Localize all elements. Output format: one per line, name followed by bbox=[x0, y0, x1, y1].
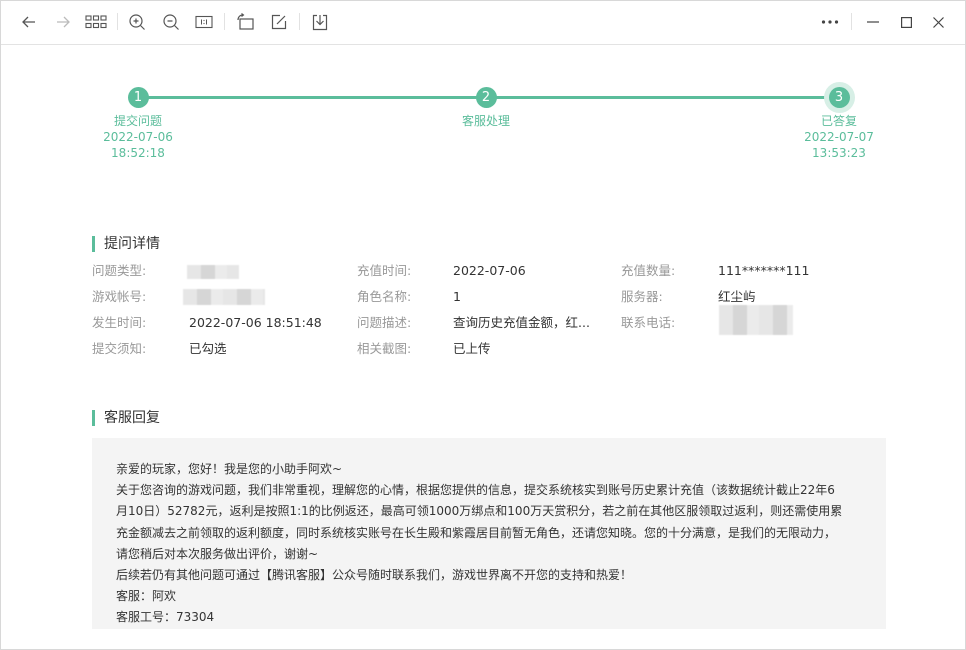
submit-notice-value: 已勾选 bbox=[189, 341, 227, 356]
detail-row: 问题类型: 充值时间: 2022-07-06 充值数量: 111*******1… bbox=[1, 261, 965, 281]
reply-line: 月10日）52782元，返利是按照1:1的比例返还，最高可领1000万绑点和10… bbox=[116, 504, 843, 519]
progress-steps: 1 提交问题 2022-07-06 18:52:18 2 客服处理 3 已答复 … bbox=[1, 81, 965, 181]
role-name-value: 1 bbox=[453, 289, 461, 304]
detail-row: 游戏帐号: 角色名称: 1 服务器: 红尘屿 bbox=[1, 287, 965, 307]
toolbar-divider bbox=[117, 13, 118, 30]
rotate-icon bbox=[237, 13, 254, 30]
toolbar-divider bbox=[851, 13, 852, 30]
occurrence-time-value: 2022-07-06 18:51:48 bbox=[189, 315, 322, 330]
grid-view-button[interactable] bbox=[82, 9, 110, 35]
reply-line: 请您稍后对本次服务做出评价，谢谢~ bbox=[116, 546, 319, 561]
step-title: 已答复 bbox=[820, 114, 857, 128]
step-date: 2022-07-07 bbox=[804, 130, 874, 144]
submit-notice-label: 提交须知: bbox=[92, 341, 147, 356]
actual-size-icon bbox=[195, 15, 213, 29]
app-window: 1 提交问题 2022-07-06 18:52:18 2 客服处理 3 已答复 … bbox=[0, 0, 966, 650]
more-button[interactable] bbox=[816, 9, 844, 35]
screenshot-label: 相关截图: bbox=[357, 341, 412, 356]
issue-description-label: 问题描述: bbox=[357, 315, 412, 330]
server-label: 服务器: bbox=[621, 289, 663, 304]
rotate-button[interactable] bbox=[231, 9, 259, 35]
more-icon bbox=[821, 20, 839, 24]
minimize-icon bbox=[867, 21, 879, 23]
issue-type-value-redacted bbox=[187, 265, 239, 279]
reply-line: 后续若仍有其他问题可通过【腾讯客服】公众号随时联系我们，游戏世界离不开您的支持和… bbox=[116, 568, 633, 583]
game-account-value-redacted bbox=[183, 289, 265, 305]
role-name-label: 角色名称: bbox=[357, 289, 412, 304]
screenshot-value[interactable]: 已上传 bbox=[453, 339, 491, 359]
close-icon bbox=[932, 16, 944, 28]
edit-button[interactable] bbox=[265, 9, 293, 35]
service-reply-box: 亲爱的玩家，您好！我是您的小助手阿欢~ 关于您咨询的游戏问题，我们非常重视，理解… bbox=[92, 438, 886, 629]
actual-size-button[interactable] bbox=[190, 9, 218, 35]
issue-description-value[interactable]: 查询历史充值金额，红... bbox=[453, 313, 590, 333]
reply-agent-id: 客服工号：73304 bbox=[116, 610, 215, 625]
step-submit-question: 1 提交问题 2022-07-06 18:52:18 bbox=[78, 81, 198, 161]
reply-agent-name: 客服：阿欢 bbox=[116, 589, 177, 604]
server-value: 红尘屿 bbox=[718, 289, 756, 304]
reply-line: 关于您咨询的游戏问题，我们非常重视，理解您的心情，根据您提供的信息，提交系统核实… bbox=[116, 483, 835, 498]
zoom-out-icon bbox=[163, 14, 179, 30]
step-title: 提交问题 bbox=[113, 114, 162, 128]
zoom-out-button[interactable] bbox=[157, 9, 185, 35]
step-title: 客服处理 bbox=[461, 114, 510, 128]
occurrence-time-label: 发生时间: bbox=[92, 315, 147, 330]
forward-icon bbox=[57, 16, 70, 28]
zoom-in-button[interactable] bbox=[123, 9, 151, 35]
service-reply-heading: 客服回复 bbox=[92, 409, 160, 427]
maximize-icon bbox=[900, 16, 912, 28]
toolbar bbox=[1, 1, 965, 45]
detail-row: 提交须知: 已勾选 相关截图: 已上传 bbox=[1, 339, 965, 359]
toolbar-divider bbox=[224, 13, 225, 30]
toolbar-divider bbox=[299, 13, 300, 30]
step-service-processing: 2 客服处理 bbox=[426, 81, 546, 129]
back-button[interactable] bbox=[15, 9, 43, 35]
question-details-heading: 提问详情 bbox=[92, 235, 160, 253]
step-time: 18:52:18 bbox=[111, 146, 165, 160]
game-account-label: 游戏帐号: bbox=[92, 289, 147, 304]
step-answered: 3 已答复 2022-07-07 13:53:23 bbox=[779, 81, 899, 161]
step-time: 13:53:23 bbox=[812, 146, 866, 160]
reply-line: 充金额减去之前领取的返利额度，同时系统核实账号在长生殿和紫霞居目前暂无角色，还请… bbox=[116, 525, 837, 540]
zoom-in-icon bbox=[129, 14, 145, 30]
contact-phone-label: 联系电话: bbox=[621, 315, 676, 330]
step-date: 2022-07-06 bbox=[103, 130, 173, 144]
recharge-time-value: 2022-07-06 bbox=[453, 263, 526, 278]
contact-phone-value-redacted bbox=[719, 305, 793, 335]
detail-row: 发生时间: 2022-07-06 18:51:48 问题描述: 查询历史充值金额… bbox=[1, 305, 965, 335]
download-icon bbox=[312, 14, 328, 30]
edit-icon bbox=[271, 14, 287, 30]
back-icon bbox=[22, 16, 35, 28]
step-number: 3 bbox=[828, 87, 850, 108]
grid-icon bbox=[85, 15, 107, 29]
step-number: 2 bbox=[475, 87, 497, 108]
recharge-amount-label: 充值数量: bbox=[621, 263, 676, 278]
minimize-button[interactable] bbox=[859, 9, 887, 35]
reply-line: 亲爱的玩家，您好！我是您的小助手阿欢~ bbox=[116, 462, 343, 476]
forward-button[interactable] bbox=[49, 9, 77, 35]
close-button[interactable] bbox=[924, 9, 952, 35]
issue-type-label: 问题类型: bbox=[92, 263, 147, 278]
download-button[interactable] bbox=[306, 9, 334, 35]
recharge-time-label: 充值时间: bbox=[357, 263, 412, 278]
maximize-button[interactable] bbox=[892, 9, 920, 35]
recharge-amount-value: 111*******111 bbox=[718, 263, 810, 278]
step-number: 1 bbox=[127, 87, 149, 108]
